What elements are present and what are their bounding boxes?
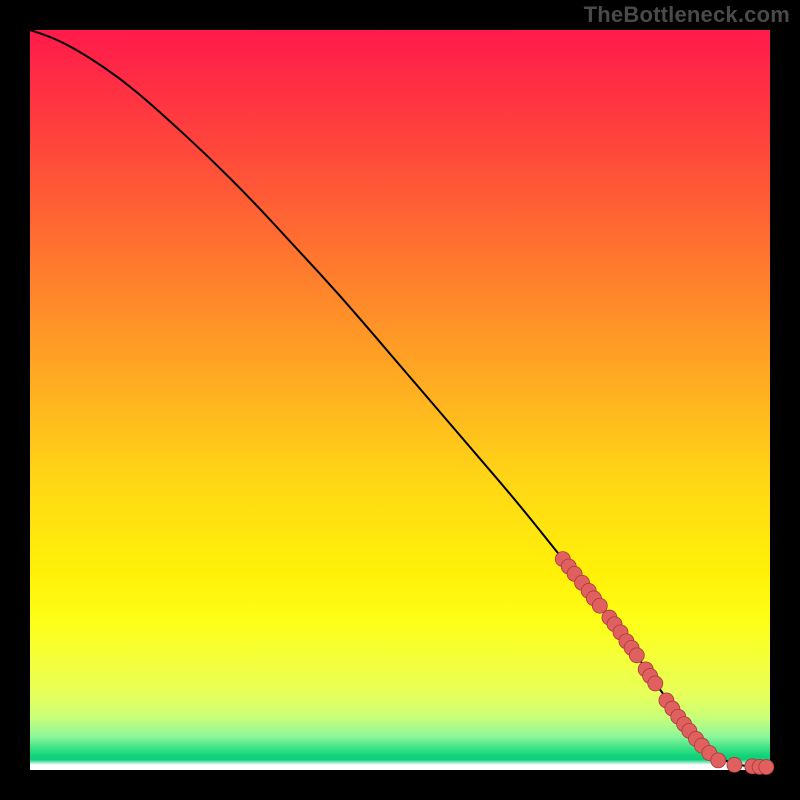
data-point	[759, 760, 774, 775]
data-point	[727, 757, 742, 772]
data-point	[592, 598, 607, 613]
data-point	[629, 648, 644, 663]
watermark-text: TheBottleneck.com	[584, 2, 790, 28]
curve-layer	[30, 30, 770, 770]
chart-frame: TheBottleneck.com	[0, 0, 800, 800]
data-point	[711, 753, 726, 768]
bottleneck-curve	[30, 30, 770, 767]
data-point	[648, 676, 663, 691]
plot-area	[30, 30, 770, 770]
scatter-dots	[555, 552, 774, 775]
